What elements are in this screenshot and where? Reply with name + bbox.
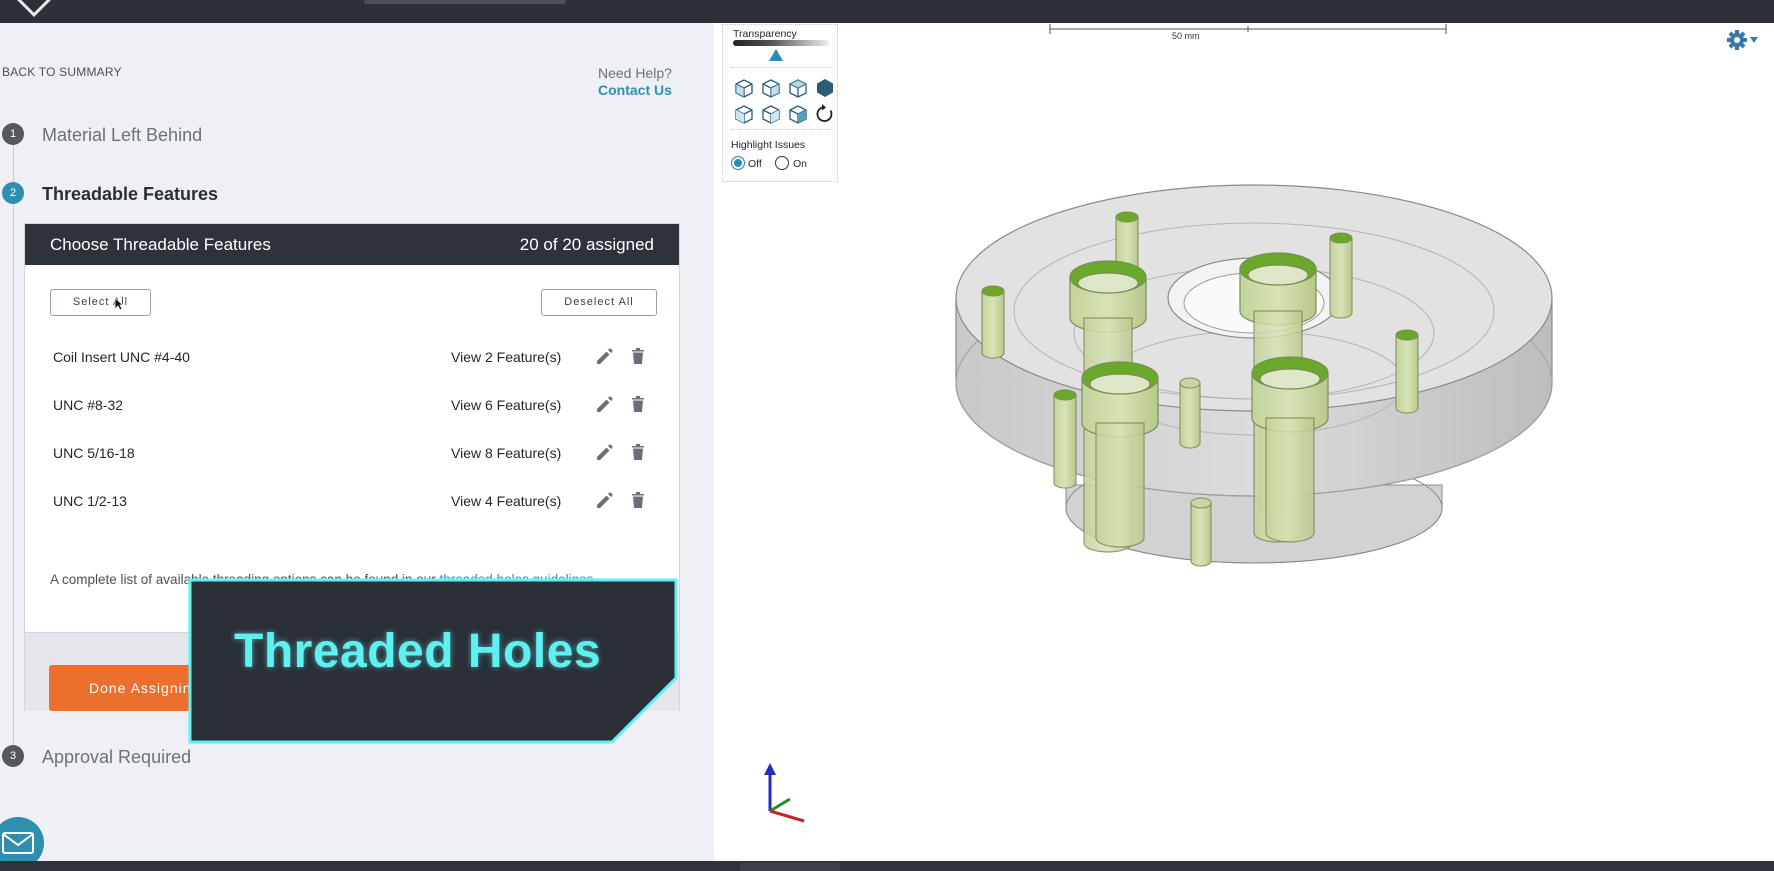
back-to-summary-link[interactable]: BACK TO SUMMARY xyxy=(2,65,122,79)
step-number-2: 2 xyxy=(2,182,24,204)
view-features-link[interactable]: View 2 Feature(s) xyxy=(451,349,561,365)
step-label-material-left-behind[interactable]: Material Left Behind xyxy=(42,125,202,146)
pencil-icon[interactable] xyxy=(593,345,615,367)
select-all-button[interactable]: Select All xyxy=(50,289,151,316)
view-features-link[interactable]: View 4 Feature(s) xyxy=(451,493,561,509)
step-label-threadable-features[interactable]: Threadable Features xyxy=(42,184,218,205)
pencil-icon[interactable] xyxy=(593,441,615,463)
view-features-link[interactable]: View 6 Feature(s) xyxy=(451,397,561,413)
card-title: Choose Threadable Features xyxy=(50,235,271,254)
trash-icon[interactable] xyxy=(627,489,649,511)
transparency-label: Transparency xyxy=(733,28,797,40)
transparency-slider-thumb[interactable] xyxy=(769,49,784,61)
step-number-1: 1 xyxy=(2,123,24,145)
screen: BACK TO SUMMARY Need Help? Contact Us 1 … xyxy=(0,0,1774,871)
highlight-issues-label: Highlight Issues xyxy=(731,139,806,151)
mouse-cursor-icon xyxy=(114,297,124,311)
thread-row: UNC 1/2-13 View 4 Feature(s) xyxy=(25,486,679,516)
trash-icon[interactable] xyxy=(627,441,649,463)
pencil-icon[interactable] xyxy=(593,489,615,511)
top-bar xyxy=(0,0,1774,23)
bottom-indicator xyxy=(740,863,840,871)
thread-name: UNC 1/2-13 xyxy=(53,493,127,509)
deselect-all-button[interactable]: Deselect All xyxy=(541,289,657,316)
pencil-icon[interactable] xyxy=(593,393,615,415)
axis-triad-icon xyxy=(764,763,805,823)
trash-icon[interactable] xyxy=(627,393,649,415)
reset-rotation-icon[interactable] xyxy=(814,103,836,125)
view-front-icon[interactable] xyxy=(733,103,755,125)
highlight-off-label: Off xyxy=(748,158,762,170)
view-side-icon[interactable] xyxy=(760,103,782,125)
thread-name: UNC #8-32 xyxy=(53,397,124,413)
scale-label: 50 mm xyxy=(1172,31,1200,41)
contact-us-link[interactable]: Contact Us xyxy=(598,82,672,98)
assigned-count: 20 of 20 assigned xyxy=(519,235,654,254)
logo-icon[interactable] xyxy=(17,0,51,17)
settings-gear-icon[interactable] xyxy=(1726,29,1760,51)
thread-row: Coil Insert UNC #4-40 View 2 Feature(s) xyxy=(25,342,679,372)
bottom-bar xyxy=(0,861,1774,871)
envelope-icon xyxy=(2,832,34,854)
highlight-on-radio[interactable] xyxy=(775,156,789,170)
thread-row: UNC #8-32 View 6 Feature(s) xyxy=(25,390,679,420)
highlight-off-radio[interactable] xyxy=(731,156,745,170)
view-features-link[interactable]: View 8 Feature(s) xyxy=(451,445,561,461)
threaded-holes-banner: Threaded Holes xyxy=(188,578,678,744)
thread-name: Coil Insert UNC #4-40 xyxy=(53,349,190,365)
divider xyxy=(731,67,831,68)
step-label-approval-required[interactable]: Approval Required xyxy=(42,747,191,768)
banner-title: Threaded Holes xyxy=(234,625,602,678)
view-top-icon[interactable] xyxy=(787,103,809,125)
top-tab-indicator[interactable] xyxy=(364,0,566,4)
3d-viewer[interactable]: Transparency Highlight Issues Off On 50 … xyxy=(714,23,1774,861)
part-model[interactable] xyxy=(934,183,1574,643)
card-header: Choose Threadable Features 20 of 20 assi… xyxy=(25,224,679,265)
divider xyxy=(731,129,831,130)
thread-row: UNC 5/16-18 View 8 Feature(s) xyxy=(25,438,679,468)
step-connector xyxy=(13,195,14,745)
step-number-3: 3 xyxy=(2,745,24,767)
thread-name: UNC 5/16-18 xyxy=(53,445,135,461)
view-iso-3-icon[interactable] xyxy=(787,77,809,99)
need-help-text: Need Help? xyxy=(598,65,672,81)
transparency-slider[interactable] xyxy=(733,40,829,46)
view-tools-panel: Transparency Highlight Issues Off On xyxy=(722,24,838,182)
trash-icon[interactable] xyxy=(627,345,649,367)
highlight-on-label: On xyxy=(793,158,808,170)
view-solid-icon[interactable] xyxy=(814,77,836,99)
scale-bar xyxy=(1049,24,1447,34)
view-iso-2-icon[interactable] xyxy=(760,77,782,99)
view-iso-1-icon[interactable] xyxy=(733,77,755,99)
